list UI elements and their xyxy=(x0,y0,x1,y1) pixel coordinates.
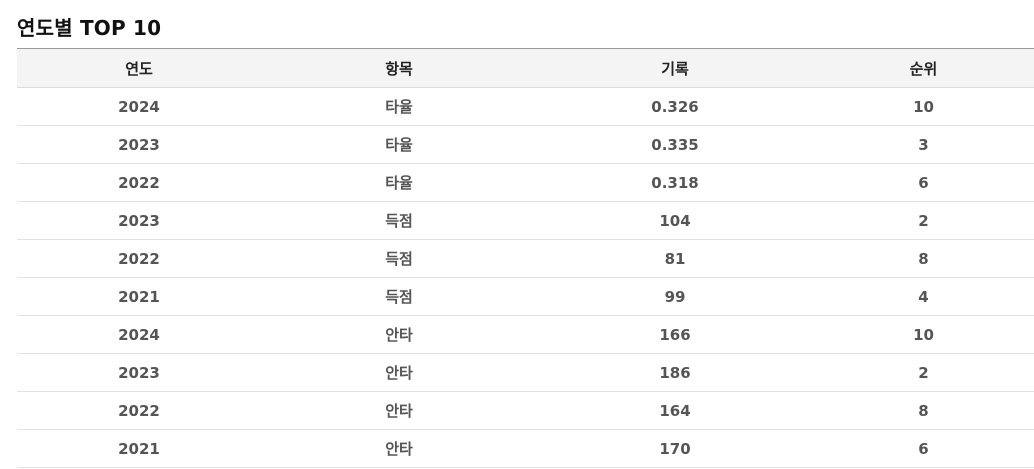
table-row: 2022 득점 81 8 xyxy=(17,239,1034,278)
cell-year: 2021 xyxy=(17,429,261,468)
cell-year: 2023 xyxy=(17,201,261,240)
top10-table: 연도 항목 기록 순위 2024 타율 0.326 10 2023 타율 0.3… xyxy=(17,48,1034,468)
cell-rank: 6 xyxy=(813,163,1034,202)
cell-record: 104 xyxy=(537,201,813,240)
cell-category: 타율 xyxy=(261,125,537,164)
cell-category: 득점 xyxy=(261,277,537,316)
cell-record: 0.326 xyxy=(537,87,813,126)
header-rank: 순위 xyxy=(813,48,1034,88)
cell-year: 2021 xyxy=(17,277,261,316)
table-row: 2023 득점 104 2 xyxy=(17,201,1034,240)
table-row: 2023 타율 0.335 3 xyxy=(17,125,1034,164)
cell-category: 득점 xyxy=(261,201,537,240)
cell-category: 안타 xyxy=(261,353,537,392)
cell-record: 99 xyxy=(537,277,813,316)
cell-category: 타율 xyxy=(261,163,537,202)
cell-record: 0.318 xyxy=(537,163,813,202)
cell-year: 2022 xyxy=(17,163,261,202)
cell-category: 안타 xyxy=(261,315,537,354)
cell-category: 타율 xyxy=(261,87,537,126)
cell-category: 안타 xyxy=(261,429,537,468)
header-record: 기록 xyxy=(537,48,813,88)
table-row: 2024 타율 0.326 10 xyxy=(17,87,1034,126)
cell-rank: 8 xyxy=(813,391,1034,430)
cell-year: 2022 xyxy=(17,391,261,430)
cell-rank: 10 xyxy=(813,315,1034,354)
cell-rank: 2 xyxy=(813,201,1034,240)
cell-record: 0.335 xyxy=(537,125,813,164)
section-title: 연도별 TOP 10 xyxy=(17,16,162,40)
table-row: 2021 득점 99 4 xyxy=(17,277,1034,316)
cell-record: 170 xyxy=(537,429,813,468)
cell-year: 2024 xyxy=(17,87,261,126)
cell-year: 2023 xyxy=(17,125,261,164)
header-category: 항목 xyxy=(261,48,537,88)
cell-rank: 3 xyxy=(813,125,1034,164)
cell-year: 2022 xyxy=(17,239,261,278)
cell-category: 득점 xyxy=(261,239,537,278)
table-row: 2023 안타 186 2 xyxy=(17,353,1034,392)
cell-rank: 6 xyxy=(813,429,1034,468)
cell-record: 164 xyxy=(537,391,813,430)
table-row: 2024 안타 166 10 xyxy=(17,315,1034,354)
cell-rank: 4 xyxy=(813,277,1034,316)
cell-rank: 8 xyxy=(813,239,1034,278)
table-row: 2022 타율 0.318 6 xyxy=(17,163,1034,202)
cell-rank: 2 xyxy=(813,353,1034,392)
cell-year: 2024 xyxy=(17,315,261,354)
cell-record: 186 xyxy=(537,353,813,392)
table-row: 2021 안타 170 6 xyxy=(17,429,1034,468)
table-header-row: 연도 항목 기록 순위 xyxy=(17,48,1034,88)
cell-record: 166 xyxy=(537,315,813,354)
cell-year: 2023 xyxy=(17,353,261,392)
cell-category: 안타 xyxy=(261,391,537,430)
table-row: 2022 안타 164 8 xyxy=(17,391,1034,430)
cell-record: 81 xyxy=(537,239,813,278)
header-year: 연도 xyxy=(17,48,261,88)
top10-section: 연도별 TOP 10 연도 항목 기록 순위 2024 타율 0.326 10 … xyxy=(0,0,1034,469)
cell-rank: 10 xyxy=(813,87,1034,126)
